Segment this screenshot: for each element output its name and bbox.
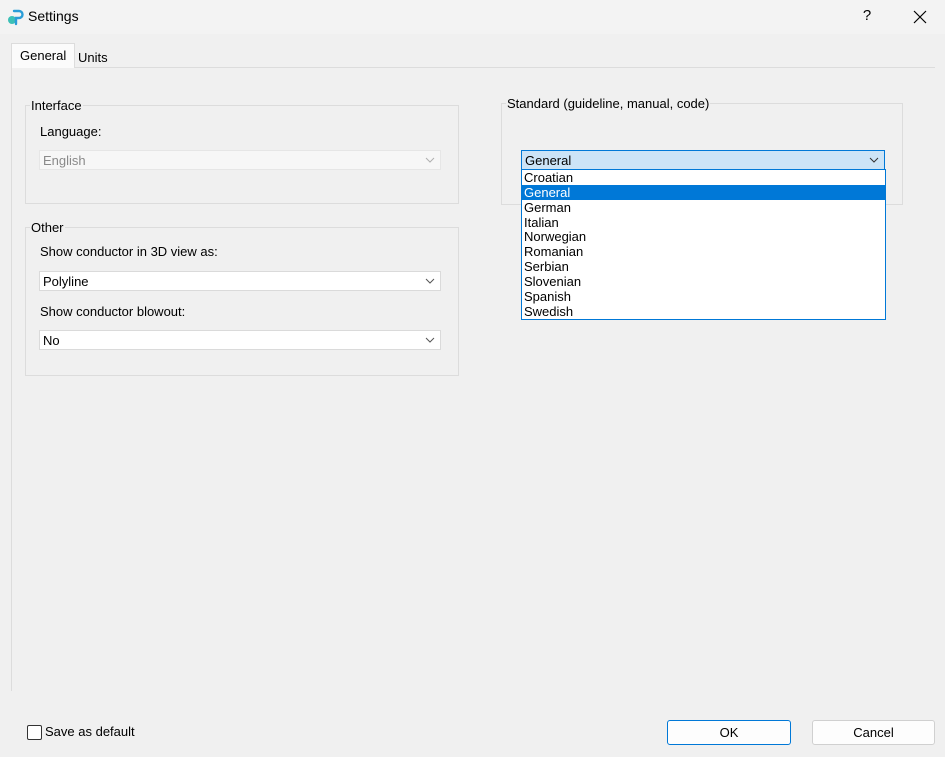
dropdown-option-german[interactable]: German <box>522 200 885 215</box>
save-default-checkbox[interactable] <box>27 725 42 740</box>
other-group-title: Other <box>30 220 65 235</box>
save-default-label[interactable]: Save as default <box>45 724 135 739</box>
chevron-down-icon <box>425 337 435 343</box>
help-button[interactable]: ? <box>852 4 882 30</box>
close-icon <box>913 10 927 24</box>
conductor-view-label: Show conductor in 3D view as: <box>40 244 218 259</box>
language-label: Language: <box>40 124 102 139</box>
interface-group-title: Interface <box>30 98 83 113</box>
tab-general[interactable]: General <box>11 43 76 68</box>
blowout-value: No <box>43 333 60 348</box>
app-logo-icon <box>7 8 25 26</box>
standard-value: General <box>525 153 572 168</box>
title-bar: Settings ? <box>0 0 945 34</box>
chevron-down-icon <box>425 157 435 163</box>
dropdown-option-serbian[interactable]: Serbian <box>522 259 885 274</box>
dropdown-option-spanish[interactable]: Spanish <box>522 289 885 304</box>
dropdown-option-swedish[interactable]: Swedish <box>522 304 885 319</box>
chevron-down-icon <box>425 278 435 284</box>
standard-group-title: Standard (guideline, manual, code) <box>506 96 711 111</box>
conductor-view-combo[interactable]: Polyline <box>39 271 441 291</box>
conductor-view-value: Polyline <box>43 274 89 289</box>
ok-button[interactable]: OK <box>667 720 791 745</box>
dropdown-option-romanian[interactable]: Romanian <box>522 244 885 259</box>
close-button[interactable] <box>905 4 935 30</box>
cancel-button[interactable]: Cancel <box>812 720 935 745</box>
blowout-label: Show conductor blowout: <box>40 304 186 319</box>
dropdown-option-italian[interactable]: Italian <box>522 215 885 230</box>
tab-strip: General Units <box>11 43 935 68</box>
window-title: Settings <box>28 8 79 24</box>
language-combo: English <box>39 150 441 170</box>
chevron-down-icon <box>869 157 879 163</box>
dropdown-option-croatian[interactable]: Croatian <box>522 170 885 185</box>
dropdown-option-norwegian[interactable]: Norwegian <box>522 229 885 244</box>
standard-dropdown-list: Croatian General German Italian Norwegia… <box>521 169 886 320</box>
blowout-combo[interactable]: No <box>39 330 441 350</box>
dropdown-option-slovenian[interactable]: Slovenian <box>522 274 885 289</box>
dropdown-option-general[interactable]: General <box>522 184 885 200</box>
language-value: English <box>43 153 86 168</box>
standard-combo[interactable]: General <box>521 150 885 170</box>
